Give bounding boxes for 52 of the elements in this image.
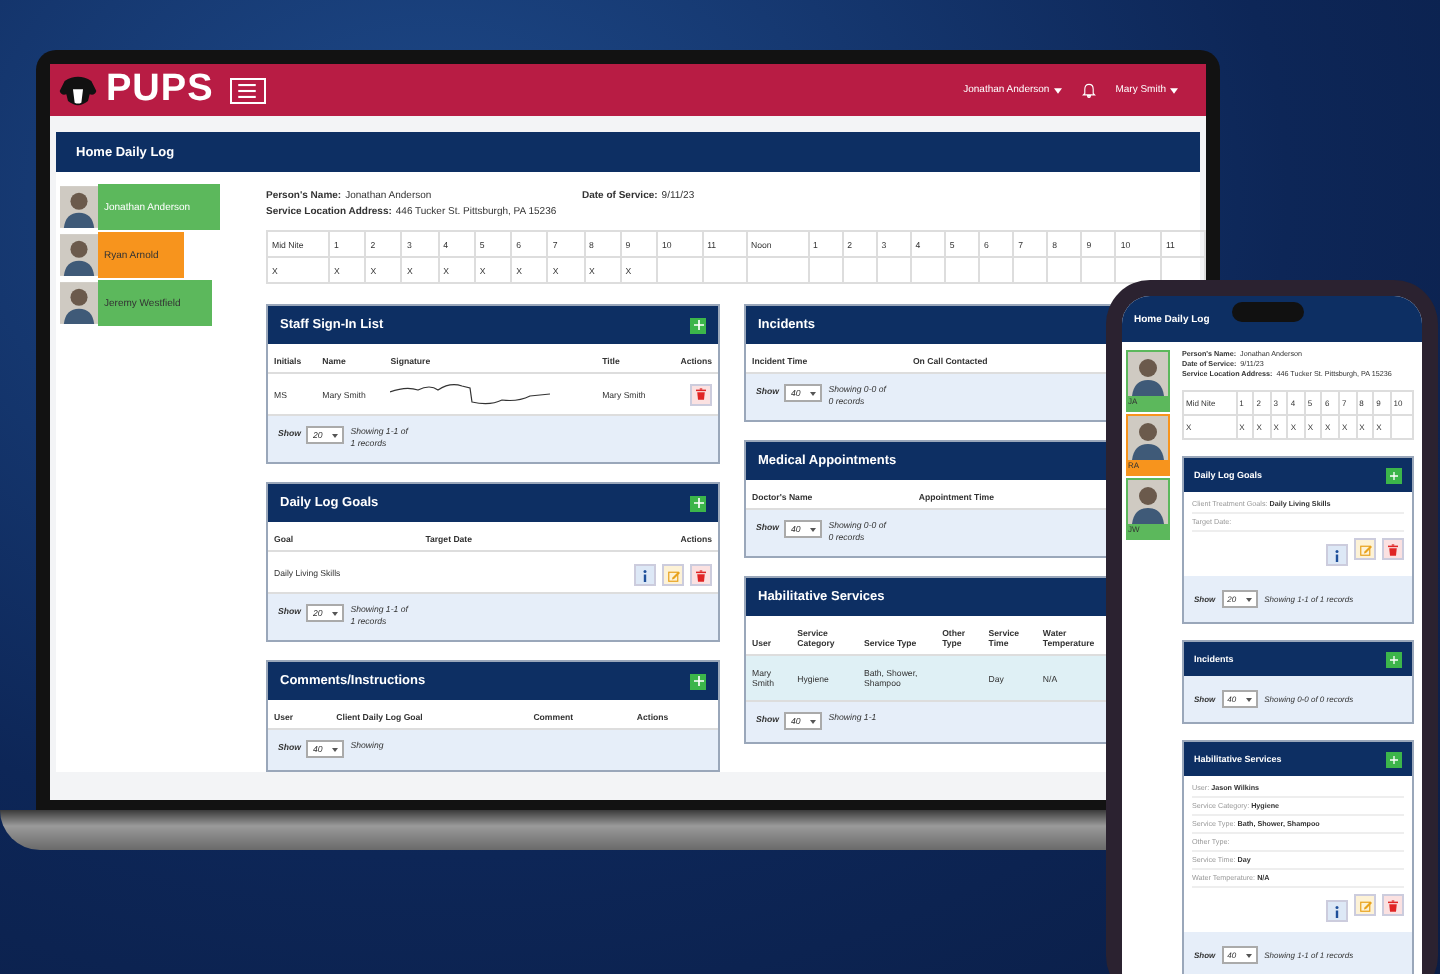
- plus-icon: [693, 498, 703, 508]
- trash-icon: [696, 569, 706, 581]
- delete-button[interactable]: [690, 564, 712, 586]
- caret-icon: [1053, 87, 1062, 93]
- caret-icon: [810, 719, 817, 723]
- avatar: [1128, 416, 1168, 460]
- avatar: [60, 184, 98, 230]
- avatar: [1128, 352, 1168, 396]
- menu-button[interactable]: [229, 77, 266, 103]
- avatar: [60, 280, 98, 326]
- add-button[interactable]: [690, 495, 706, 511]
- pencil-icon: [1359, 543, 1371, 555]
- info-icon: [1334, 549, 1340, 561]
- info-button[interactable]: [1326, 544, 1348, 566]
- trash-icon: [1388, 899, 1398, 911]
- caret-icon: [332, 433, 339, 437]
- plus-icon: [693, 320, 703, 330]
- caret-icon: [1246, 697, 1253, 701]
- plus-icon: [693, 676, 703, 686]
- caret-icon: [1170, 87, 1178, 93]
- bell-icon[interactable]: [1081, 82, 1096, 98]
- add-button[interactable]: [1386, 751, 1402, 767]
- plus-icon: [1390, 471, 1398, 479]
- caret-icon: [332, 747, 339, 751]
- trash-icon: [696, 388, 706, 400]
- camera-notch: [1232, 302, 1304, 322]
- plus-icon: [1390, 655, 1398, 663]
- info-icon: [642, 569, 648, 581]
- dog-icon: [58, 73, 98, 107]
- avatar: [60, 232, 98, 278]
- add-button[interactable]: [690, 673, 706, 689]
- info-button[interactable]: [1326, 900, 1348, 922]
- delete-button[interactable]: [1382, 538, 1404, 560]
- caret-icon: [1246, 953, 1253, 957]
- menu-icon: [238, 83, 257, 97]
- caret-icon: [810, 391, 817, 395]
- caret-icon: [332, 611, 339, 615]
- delete-button[interactable]: [1382, 894, 1404, 916]
- info-button[interactable]: [634, 564, 656, 586]
- pencil-icon: [667, 569, 679, 581]
- add-button[interactable]: [1386, 467, 1402, 483]
- add-button[interactable]: [1386, 651, 1402, 667]
- logo-text: PUPS: [106, 68, 214, 112]
- caret-icon: [1246, 597, 1253, 601]
- info-icon: [1334, 905, 1340, 917]
- pencil-icon: [1359, 899, 1371, 911]
- caret-icon: [810, 527, 817, 531]
- plus-icon: [1390, 755, 1398, 763]
- trash-icon: [1388, 543, 1398, 555]
- avatar: [1128, 480, 1168, 524]
- add-button[interactable]: [690, 317, 706, 333]
- delete-button[interactable]: [690, 383, 712, 405]
